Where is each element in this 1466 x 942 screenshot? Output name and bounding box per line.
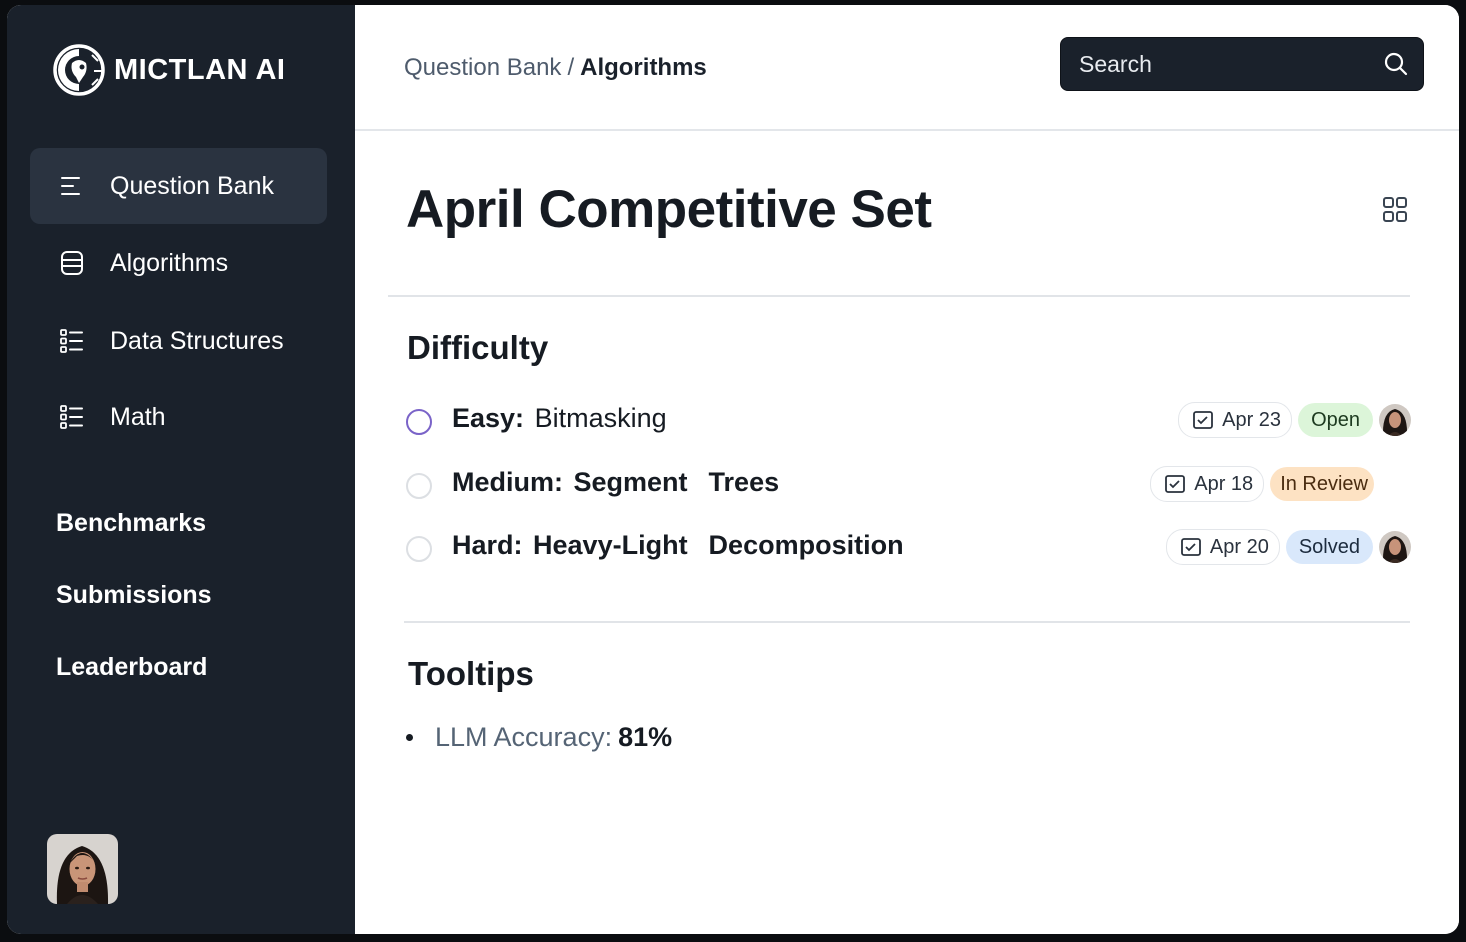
sidebar-item-label: Algorithms — [110, 248, 229, 277]
sidebar-item-algorithms[interactable]: Algorithms — [30, 225, 327, 301]
app-window: MICTLAN AI Question Bank Algorithms Data… — [7, 5, 1459, 934]
bulleted-list-icon — [60, 405, 83, 429]
brand-name: MICTLAN AI — [114, 53, 286, 86]
bulleted-list-icon — [60, 329, 83, 353]
sidebar-link-submissions[interactable]: Submissions — [56, 581, 212, 610]
due-date: Apr 23 — [1222, 408, 1282, 431]
due-date-chip[interactable]: Apr 18 — [1150, 466, 1265, 502]
breadcrumb-parent[interactable]: Question Bank — [404, 54, 561, 81]
search-icon[interactable] — [1383, 51, 1409, 77]
calendar-check-icon — [1181, 538, 1201, 556]
status-badge[interactable]: Solved — [1285, 530, 1373, 564]
divider — [404, 621, 1410, 623]
status-badge[interactable]: In Review — [1270, 467, 1374, 501]
task-level: Hard: — [452, 530, 523, 560]
task-title[interactable]: Hard: Heavy-Light Decomposition — [452, 530, 904, 561]
sidebar-item-label: Question Bank — [110, 171, 274, 200]
main-content: Question Bank/Algorithms April Competiti… — [355, 5, 1459, 934]
page-title: April Competitive Set — [406, 180, 932, 239]
sidebar-link-benchmarks[interactable]: Benchmarks — [56, 509, 206, 538]
due-date-chip[interactable]: Apr 23 — [1178, 402, 1293, 438]
sidebar-item-data-structures[interactable]: Data Structures — [30, 303, 327, 379]
tooltips-heading: Tooltips — [408, 655, 534, 692]
task-checkbox[interactable] — [406, 473, 432, 499]
sidebar-item-label: Data Structures — [110, 326, 284, 355]
task-title[interactable]: Easy: Bitmasking — [452, 403, 667, 434]
task-title[interactable]: Medium: Segment Trees — [452, 467, 779, 498]
sidebar-item-question-bank[interactable]: Question Bank — [30, 148, 327, 224]
divider — [388, 295, 1410, 297]
user-avatar[interactable] — [47, 834, 118, 904]
list-icon — [61, 177, 80, 195]
sidebar: MICTLAN AI Question Bank Algorithms Data… — [7, 5, 355, 934]
task-topic: Segment Trees — [573, 467, 780, 497]
mictlan-logo-icon — [53, 44, 105, 96]
due-date: Apr 18 — [1194, 472, 1254, 495]
breadcrumb-current: Algorithms — [580, 54, 707, 81]
breadcrumb-separator: / — [567, 54, 575, 81]
breadcrumb: Question Bank / Algorithms — [404, 54, 707, 82]
task-level: Medium: — [452, 467, 563, 497]
task-meta: Apr 20 Solved — [1165, 527, 1411, 567]
task-topic: Heavy-Light Decomposition — [533, 530, 904, 560]
tooltip-key: LLM Accuracy: — [435, 722, 613, 752]
task-topic: Bitmasking — [534, 403, 667, 433]
task-checkbox[interactable] — [406, 409, 432, 435]
assignee-avatar[interactable] — [1379, 531, 1411, 563]
sidebar-link-leaderboard[interactable]: Leaderboard — [56, 653, 207, 682]
search-box — [1060, 37, 1424, 91]
due-date: Apr 20 — [1209, 535, 1269, 558]
task-row: Medium: Segment Trees Apr 18 In Review — [405, 464, 1411, 507]
assignee-avatar[interactable] — [1379, 404, 1411, 436]
top-bar: Question Bank / Algorithms — [355, 5, 1459, 131]
task-row: Easy: Bitmasking Apr 23 Open — [405, 400, 1411, 443]
tooltip-item: LLM Accuracy: 81% — [406, 722, 672, 753]
difficulty-heading: Difficulty — [407, 329, 549, 366]
task-checkbox[interactable] — [406, 536, 432, 562]
task-level: Easy: — [452, 403, 525, 433]
task-meta: Apr 23 Open — [1178, 400, 1411, 440]
sidebar-item-label: Math — [110, 402, 166, 431]
calendar-check-icon — [1193, 411, 1214, 429]
sidebar-item-math[interactable]: Math — [30, 379, 327, 455]
task-meta: Apr 18 In Review — [1150, 464, 1374, 504]
status-badge[interactable]: Open — [1298, 403, 1373, 437]
task-row: Hard: Heavy-Light Decomposition Apr 20 S… — [405, 527, 1411, 570]
calendar-check-icon — [1165, 475, 1186, 493]
brand-logo[interactable]: MICTLAN AI — [52, 41, 285, 99]
tooltip-value: 81% — [618, 722, 673, 752]
database-icon — [61, 251, 83, 275]
due-date-chip[interactable]: Apr 20 — [1165, 529, 1280, 565]
search-input[interactable] — [1077, 49, 1361, 79]
bullet — [406, 734, 413, 741]
grid-view-icon[interactable] — [1382, 195, 1408, 225]
